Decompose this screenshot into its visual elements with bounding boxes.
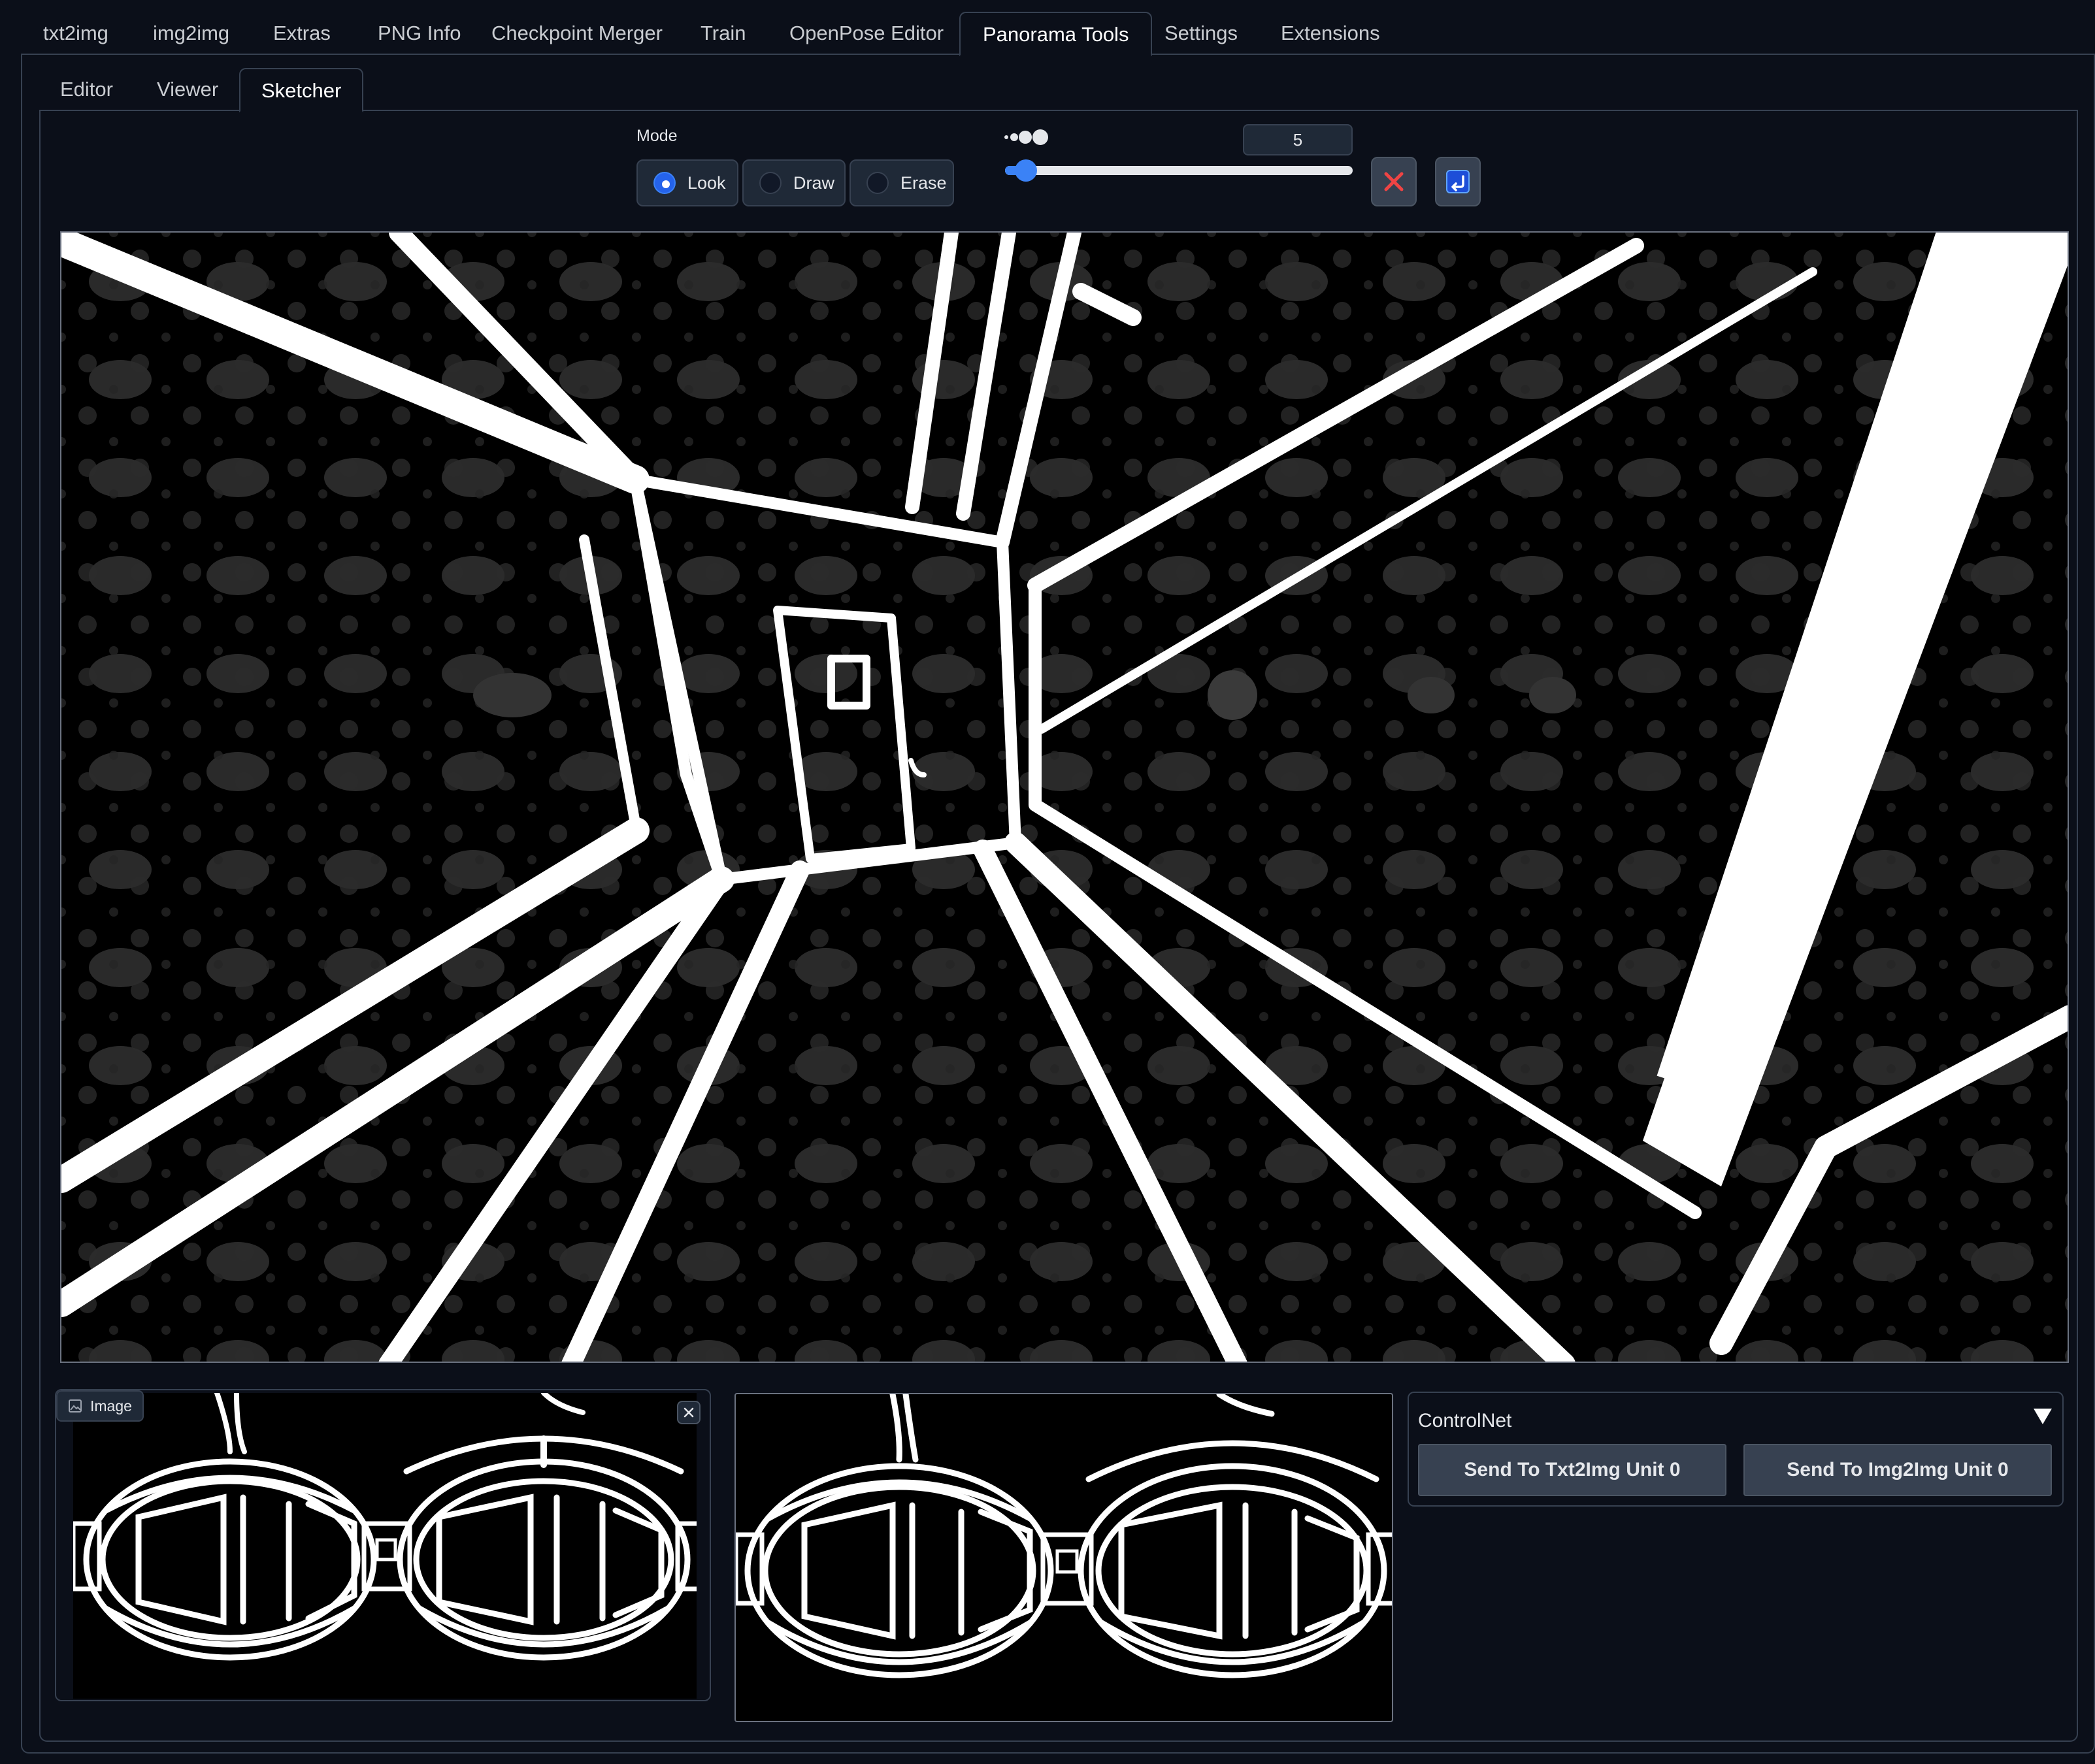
close-icon bbox=[684, 1407, 694, 1418]
slider-thumb[interactable] bbox=[1014, 159, 1037, 182]
equirect-sketch bbox=[73, 1393, 697, 1661]
radio-unchecked-icon bbox=[759, 172, 782, 194]
undo-button[interactable] bbox=[1435, 157, 1481, 206]
tab-panorama-tools[interactable]: Panorama Tools bbox=[959, 12, 1153, 56]
mode-draw-radio[interactable]: Draw bbox=[742, 159, 846, 206]
undo-icon bbox=[1446, 170, 1470, 193]
sketch-canvas[interactable] bbox=[60, 231, 2069, 1363]
tab-txt2img[interactable]: txt2img bbox=[21, 12, 131, 55]
send-to-img2img-button[interactable]: Send To Img2Img Unit 0 bbox=[1743, 1444, 2052, 1496]
top-tab-bar: txt2img img2img Extras PNG Info Checkpoi… bbox=[21, 12, 2095, 56]
tab-png-info[interactable]: PNG Info bbox=[355, 12, 484, 55]
equirect-preview bbox=[734, 1393, 1393, 1722]
image-label-text: Image bbox=[90, 1397, 132, 1414]
tab-settings[interactable]: Settings bbox=[1142, 12, 1260, 55]
tab-viewer[interactable]: Viewer bbox=[136, 68, 239, 111]
controlnet-panel: ControlNet Send To Txt2Img Unit 0 Send T… bbox=[1408, 1392, 2064, 1507]
tab-extras[interactable]: Extras bbox=[251, 12, 353, 55]
brush-size-number[interactable]: 5 bbox=[1243, 124, 1353, 155]
tab-sketcher[interactable]: Sketcher bbox=[239, 68, 364, 112]
red-x-icon bbox=[1384, 172, 1404, 191]
mode-erase-label: Erase bbox=[900, 172, 947, 193]
tab-train[interactable]: Train bbox=[678, 12, 768, 55]
mode-label: Mode bbox=[636, 127, 678, 145]
controlnet-title: ControlNet bbox=[1418, 1410, 1512, 1431]
brush-size-slider[interactable] bbox=[1005, 159, 1353, 182]
image-label: Image bbox=[56, 1390, 144, 1422]
image-icon bbox=[69, 1399, 82, 1413]
image-input[interactable]: Image bbox=[55, 1389, 711, 1701]
corridor-sketch-image bbox=[61, 233, 2068, 1362]
image-close-button[interactable] bbox=[677, 1401, 701, 1424]
mode-draw-label: Draw bbox=[793, 172, 835, 193]
mode-look-label: Look bbox=[687, 172, 726, 193]
mode-erase-radio[interactable]: Erase bbox=[850, 159, 954, 206]
tab-checkpoint-merger[interactable]: Checkpoint Merger bbox=[469, 12, 685, 55]
collapse-caret-icon[interactable] bbox=[2034, 1409, 2052, 1424]
radio-unchecked-icon bbox=[866, 172, 889, 194]
send-to-txt2img-button[interactable]: Send To Txt2Img Unit 0 bbox=[1418, 1444, 1726, 1496]
clear-button[interactable] bbox=[1371, 157, 1417, 206]
tab-editor[interactable]: Editor bbox=[39, 68, 134, 111]
tab-openpose-editor[interactable]: OpenPose Editor bbox=[767, 12, 966, 55]
equirect-image bbox=[73, 1393, 697, 1699]
tab-extensions[interactable]: Extensions bbox=[1259, 12, 1402, 55]
equirect-preview-sketch bbox=[736, 1394, 1392, 1678]
mode-look-radio[interactable]: Look bbox=[636, 159, 738, 206]
tab-img2img[interactable]: img2img bbox=[131, 12, 252, 55]
brush-size-icon bbox=[1004, 129, 1048, 145]
radio-checked-icon bbox=[653, 172, 676, 194]
sub-tab-bar: Editor Viewer Sketcher bbox=[39, 68, 2078, 112]
